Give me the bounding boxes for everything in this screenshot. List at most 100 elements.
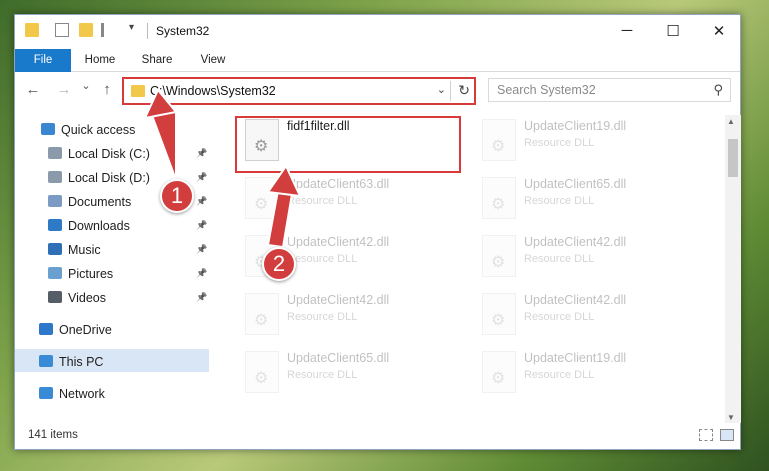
address-bar[interactable]: C:\Windows\System32 ⌄ ↻: [122, 77, 476, 105]
pin-icon[interactable]: 📌: [196, 172, 207, 183]
file-item[interactable]: UpdateClient63.dll Resource DLL: [239, 175, 439, 227]
quick-access-dropdown-icon[interactable]: ▾: [129, 22, 134, 33]
large-icons-view-icon[interactable]: [720, 429, 734, 441]
tab-view[interactable]: View: [191, 49, 235, 72]
scrollbar-thumb[interactable]: [728, 139, 738, 177]
file-type: Resource DLL: [524, 253, 595, 265]
file-name: UpdateClient19.dll: [524, 351, 627, 365]
file-type: Resource DLL: [524, 311, 595, 323]
scroll-down-icon[interactable]: ▼: [727, 413, 735, 422]
dll-file-icon: [482, 293, 516, 335]
address-dropdown-icon[interactable]: ⌄: [437, 83, 446, 96]
nav-item-label: Local Disk (C:): [68, 147, 150, 161]
nav-item-documents[interactable]: Documents: [48, 191, 131, 213]
address-path[interactable]: C:\Windows\System32: [150, 84, 276, 98]
dll-file-icon: [245, 351, 279, 393]
file-name: UpdateClient42.dll: [287, 293, 390, 307]
scroll-up-icon[interactable]: ▲: [727, 117, 735, 126]
title-bar: ▾ System32 ─ ☐ ✕: [15, 15, 740, 46]
drive-icon: [48, 171, 62, 183]
new-folder-icon[interactable]: [79, 23, 93, 37]
ribbon-tabs: File Home Share View: [15, 49, 740, 72]
file-item[interactable]: UpdateClient19.dll Resource DLL: [476, 117, 676, 169]
nav-item-label: Documents: [68, 195, 132, 209]
nav-item-label: Downloads: [68, 219, 130, 233]
search-box[interactable]: Search System32 ⚲: [488, 78, 731, 102]
file-name: UpdateClient42.dll: [524, 293, 627, 307]
tab-share[interactable]: Share: [133, 49, 181, 72]
file-item[interactable]: UpdateClient65.dll Resource DLL: [239, 349, 439, 401]
nav-item-this-pc[interactable]: This PC: [39, 351, 103, 373]
file-name: UpdateClient65.dll: [287, 351, 390, 365]
videos-icon: [48, 291, 62, 303]
drive-icon: [48, 147, 62, 159]
file-name: UpdateClient65.dll: [524, 177, 627, 191]
properties-icon[interactable]: [55, 23, 69, 37]
dll-file-icon: [482, 119, 516, 161]
downloads-icon: [48, 219, 62, 231]
pin-icon[interactable]: 📌: [196, 196, 207, 207]
step-1-badge: 1: [160, 179, 194, 213]
refresh-icon[interactable]: ↻: [458, 82, 470, 99]
file-item[interactable]: UpdateClient42.dll Resource DLL: [476, 291, 676, 343]
pin-icon[interactable]: 📌: [196, 148, 207, 159]
nav-item-videos[interactable]: Videos: [48, 287, 106, 309]
minimize-button[interactable]: ─: [604, 15, 650, 46]
folder-icon: [131, 85, 145, 97]
pin-icon[interactable]: 📌: [196, 268, 207, 279]
details-view-icon[interactable]: [699, 429, 713, 441]
file-name: UpdateClient42.dll: [287, 235, 390, 249]
maximize-button[interactable]: ☐: [650, 15, 696, 46]
music-icon: [48, 243, 62, 255]
file-type: Resource DLL: [287, 369, 358, 381]
dll-file-icon: [482, 235, 516, 277]
back-button[interactable]: ←: [24, 81, 42, 98]
dll-file-icon: [482, 177, 516, 219]
nav-item-music[interactable]: Music: [48, 239, 101, 261]
nav-item-label: This PC: [59, 355, 104, 369]
file-type: Resource DLL: [524, 195, 595, 207]
file-name: UpdateClient42.dll: [524, 235, 627, 249]
close-button[interactable]: ✕: [696, 15, 742, 46]
nav-item-pictures[interactable]: Pictures: [48, 263, 113, 285]
file-item[interactable]: UpdateClient42.dll Resource DLL: [476, 233, 676, 285]
tab-file[interactable]: File: [15, 49, 71, 72]
file-name: UpdateClient63.dll: [287, 177, 390, 191]
explorer-window: ▾ System32 ─ ☐ ✕ File Home Share View ← …: [14, 14, 741, 450]
navigation-pane: Quick access Local Disk (C:) 📌 Local Disk (…: [15, 115, 211, 415]
nav-item-label: Local Disk (D:): [68, 171, 150, 185]
window-title: System32: [156, 24, 210, 38]
dll-file-icon: [245, 293, 279, 335]
file-name: UpdateClient19.dll: [524, 119, 627, 133]
file-item[interactable]: UpdateClient65.dll Resource DLL: [476, 175, 676, 227]
nav-item-local-disk-c[interactable]: Local Disk (C:): [48, 143, 150, 165]
nav-item-quick-access[interactable]: Quick access: [41, 119, 135, 141]
item-count: 141 items: [28, 429, 78, 441]
tab-home[interactable]: Home: [77, 49, 123, 72]
nav-item-label: Music: [68, 243, 101, 257]
step-2-badge: 2: [262, 247, 296, 281]
pin-icon[interactable]: 📌: [196, 244, 207, 255]
file-type: Resource DLL: [287, 253, 358, 265]
file-type: Resource DLL: [287, 195, 358, 207]
nav-item-downloads[interactable]: Downloads: [48, 215, 130, 237]
file-item[interactable]: UpdateClient19.dll Resource DLL: [476, 349, 676, 401]
pictures-icon: [48, 267, 62, 279]
nav-item-network[interactable]: Network: [39, 383, 105, 405]
forward-button[interactable]: →: [55, 81, 73, 98]
nav-item-onedrive[interactable]: OneDrive: [39, 319, 112, 341]
customize-quick-access-icon[interactable]: [101, 23, 123, 37]
pin-icon[interactable]: 📌: [196, 292, 207, 303]
file-type: Resource DLL: [287, 311, 358, 323]
onedrive-icon: [39, 323, 53, 335]
recent-locations-button[interactable]: ⌄: [77, 79, 95, 92]
up-button[interactable]: ↑: [98, 81, 116, 98]
nav-item-label: Videos: [68, 291, 106, 305]
search-input[interactable]: Search System32: [497, 83, 596, 97]
highlight-box: [235, 116, 461, 173]
pin-icon[interactable]: 📌: [196, 220, 207, 231]
file-item[interactable]: UpdateClient42.dll Resource DLL: [239, 291, 439, 343]
nav-item-label: Network: [59, 387, 105, 401]
nav-item-local-disk-d[interactable]: Local Disk (D:): [48, 167, 150, 189]
search-icon[interactable]: ⚲: [713, 82, 723, 98]
